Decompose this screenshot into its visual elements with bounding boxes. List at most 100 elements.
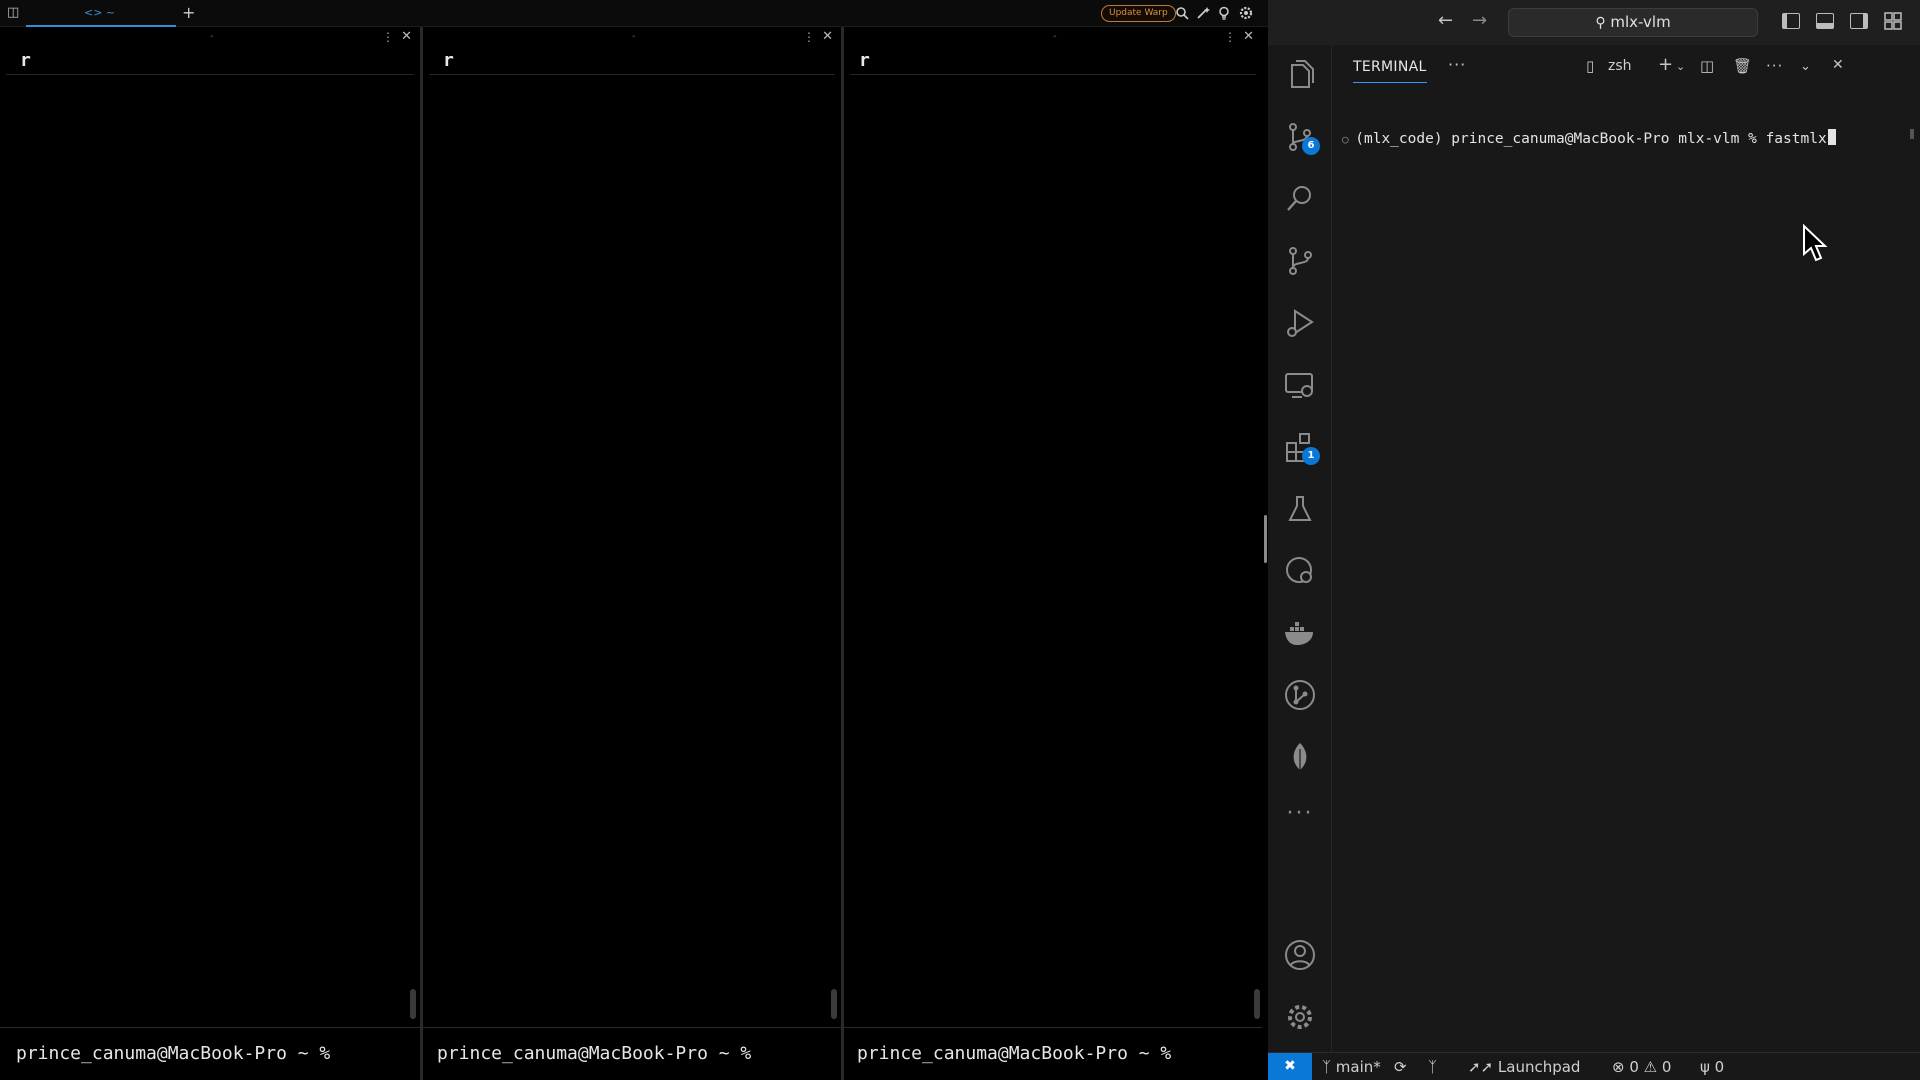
- vscode-window: ← → ⚲ mlx-vlm 6 1 ··· TERMINAL ··· ▯ zsh…: [1268, 0, 1920, 1080]
- source-control-icon[interactable]: [1282, 243, 1318, 279]
- branch-name: main*: [1335, 1058, 1381, 1076]
- launchpad-label: Launchpad: [1497, 1058, 1581, 1076]
- remote-search-icon[interactable]: [1282, 553, 1318, 589]
- pane-menu-icon[interactable]: ⋮: [382, 30, 394, 44]
- new-terminal-icon[interactable]: +: [1658, 54, 1673, 75]
- error-icon: ⊗: [1612, 1058, 1630, 1076]
- mouse-pointer-icon: [1803, 224, 1828, 262]
- prompt-input[interactable]: prince_canuma@MacBook-Pro ~ %: [16, 1043, 330, 1064]
- explorer-icon[interactable]: [1282, 57, 1318, 93]
- toggle-secondary-sidebar-icon[interactable]: [1850, 13, 1868, 29]
- git-graph-icon[interactable]: [1282, 677, 1318, 713]
- terminal-input[interactable]: fastmlx: [1766, 131, 1827, 147]
- problems-indicator[interactable]: ⊗ 0 ⚠ 0: [1612, 1058, 1671, 1076]
- terminal-prompt: (mlx_code) prince_canuma@MacBook-Pro mlx…: [1355, 131, 1766, 147]
- toggle-panel-icon[interactable]: [1816, 13, 1834, 29]
- more-actions-icon[interactable]: ···: [1766, 57, 1783, 75]
- remote-indicator-button[interactable]: ✖: [1268, 1053, 1312, 1080]
- update-warp-button[interactable]: Update Warp: [1101, 5, 1176, 22]
- warp-window: ◫ <> ~ + Update Warp - ⋮ ✕ r prince_canu…: [0, 0, 1268, 1080]
- terminal-pane-2[interactable]: - ⋮ ✕ r prince_canuma@MacBook-Pro ~ %: [423, 27, 841, 1080]
- source-control-graph-icon[interactable]: 6: [1282, 119, 1320, 155]
- pane-menu-icon[interactable]: ⋮: [803, 30, 815, 44]
- forward-arrow-icon[interactable]: →: [1472, 10, 1487, 31]
- activity-bar: 6 1 ···: [1268, 45, 1332, 1052]
- pane-scrollbar[interactable]: [831, 989, 837, 1019]
- pane-close-icon[interactable]: ✕: [401, 29, 412, 44]
- lightbulb-icon[interactable]: [1217, 6, 1231, 20]
- tabs-panel-icon[interactable]: ◫: [7, 5, 19, 21]
- more-views-icon[interactable]: ···: [1282, 801, 1318, 837]
- terminal-panel: TERMINAL ··· ▯ zsh + ⌄ ◫ 🗑 ··· ⌄ ✕ ○ (ml…: [1332, 45, 1920, 1052]
- pane-menu-icon[interactable]: ⋮: [1224, 30, 1236, 44]
- magic-wand-icon[interactable]: [1196, 6, 1210, 20]
- command-status-icon: ○: [1342, 133, 1356, 146]
- warning-icon: ⚠: [1643, 1058, 1662, 1076]
- block-separator: [6, 74, 414, 75]
- launchpad-item[interactable]: ➚➚ Launchpad: [1468, 1058, 1580, 1076]
- branch-indicator[interactable]: ᛉ main*: [1322, 1058, 1381, 1076]
- back-arrow-icon[interactable]: ←: [1438, 10, 1453, 31]
- pane-scrollbar[interactable]: [1254, 989, 1260, 1019]
- pane-title: -: [210, 31, 214, 42]
- status-bar: ✖ ᛉ main* ⟳ ᛉ ➚➚ Launchpad ⊗ 0 ⚠ 0 ψ 0: [1268, 1052, 1920, 1080]
- ports-indicator[interactable]: ψ 0: [1700, 1058, 1724, 1076]
- pane-header: - ⋮ ✕: [844, 27, 1262, 49]
- customize-layout-icon[interactable]: [1884, 12, 1902, 30]
- pane-header: - ⋮ ✕: [0, 27, 420, 49]
- active-tab-indicator: [1353, 82, 1427, 83]
- pane-close-icon[interactable]: ✕: [822, 29, 833, 44]
- run-debug-icon[interactable]: [1282, 305, 1318, 341]
- input-separator: [0, 1027, 420, 1028]
- pane-close-icon[interactable]: ✕: [1243, 29, 1254, 44]
- search-icon[interactable]: [1175, 6, 1189, 20]
- terminal-line[interactable]: ○ (mlx_code) prince_canuma@MacBook-Pro m…: [1342, 129, 1836, 147]
- gear-icon[interactable]: [1239, 6, 1253, 20]
- account-icon[interactable]: [1282, 937, 1318, 973]
- input-separator: [844, 1027, 1262, 1028]
- pane-title: -: [632, 31, 636, 42]
- pane-scrollbar[interactable]: [410, 989, 416, 1019]
- testing-flask-icon[interactable]: [1282, 491, 1318, 527]
- search-icon[interactable]: [1282, 181, 1318, 217]
- close-icon[interactable]: ✕: [1832, 57, 1844, 73]
- panel-more-icon[interactable]: ···: [1448, 55, 1466, 74]
- source-control-badge: 6: [1302, 137, 1320, 155]
- shell-label[interactable]: zsh: [1608, 58, 1632, 74]
- block-separator: [429, 74, 835, 75]
- terminal-pane-1[interactable]: - ⋮ ✕ r prince_canuma@MacBook-Pro ~ %: [0, 27, 420, 1080]
- trash-icon[interactable]: 🗑: [1733, 57, 1752, 75]
- remote-explorer-icon[interactable]: [1282, 367, 1318, 403]
- title-bar: ← → ⚲ mlx-vlm: [1268, 0, 1920, 45]
- branch-icon: ᛉ: [1322, 1058, 1336, 1076]
- docker-icon[interactable]: [1282, 615, 1318, 651]
- terminal-scrollbar[interactable]: [1910, 129, 1914, 139]
- error-count: 0: [1629, 1058, 1639, 1076]
- collapse-panel-icon[interactable]: ⌄: [1800, 59, 1811, 74]
- search-title: mlx-vlm: [1610, 13, 1671, 31]
- tab-terminal[interactable]: TERMINAL: [1353, 59, 1427, 75]
- warp-tab-label: <> ~: [84, 6, 116, 19]
- command-center-search[interactable]: ⚲ mlx-vlm: [1508, 8, 1758, 37]
- text-cursor: [1827, 129, 1836, 145]
- window-resize-handle[interactable]: [1264, 515, 1267, 563]
- manage-gear-icon[interactable]: [1282, 999, 1318, 1035]
- split-terminal-icon[interactable]: ◫: [1700, 57, 1714, 75]
- warp-tab-active[interactable]: <> ~: [26, 0, 176, 27]
- sync-icon[interactable]: ⟳: [1394, 1058, 1407, 1076]
- new-tab-button[interactable]: +: [182, 3, 195, 22]
- chevron-down-icon[interactable]: ⌄: [1676, 60, 1685, 73]
- prompt-input[interactable]: prince_canuma@MacBook-Pro ~ %: [437, 1043, 751, 1064]
- extensions-icon[interactable]: 1: [1282, 429, 1320, 465]
- prompt-input[interactable]: prince_canuma@MacBook-Pro ~ %: [857, 1043, 1171, 1064]
- warp-tab-bar: ◫ <> ~ + Update Warp: [0, 0, 1268, 27]
- mongodb-leaf-icon[interactable]: [1282, 739, 1318, 775]
- git-compare-icon[interactable]: ᛉ: [1428, 1058, 1437, 1076]
- pane-header: - ⋮ ✕: [423, 27, 841, 49]
- input-separator: [423, 1027, 841, 1028]
- warning-count: 0: [1661, 1058, 1672, 1076]
- toggle-primary-sidebar-icon[interactable]: [1782, 13, 1800, 29]
- terminal-shell-icon[interactable]: ▯: [1586, 57, 1594, 75]
- terminal-pane-3[interactable]: - ⋮ ✕ r prince_canuma@MacBook-Pro ~ %: [844, 27, 1262, 1080]
- search-icon: ⚲: [1595, 15, 1606, 31]
